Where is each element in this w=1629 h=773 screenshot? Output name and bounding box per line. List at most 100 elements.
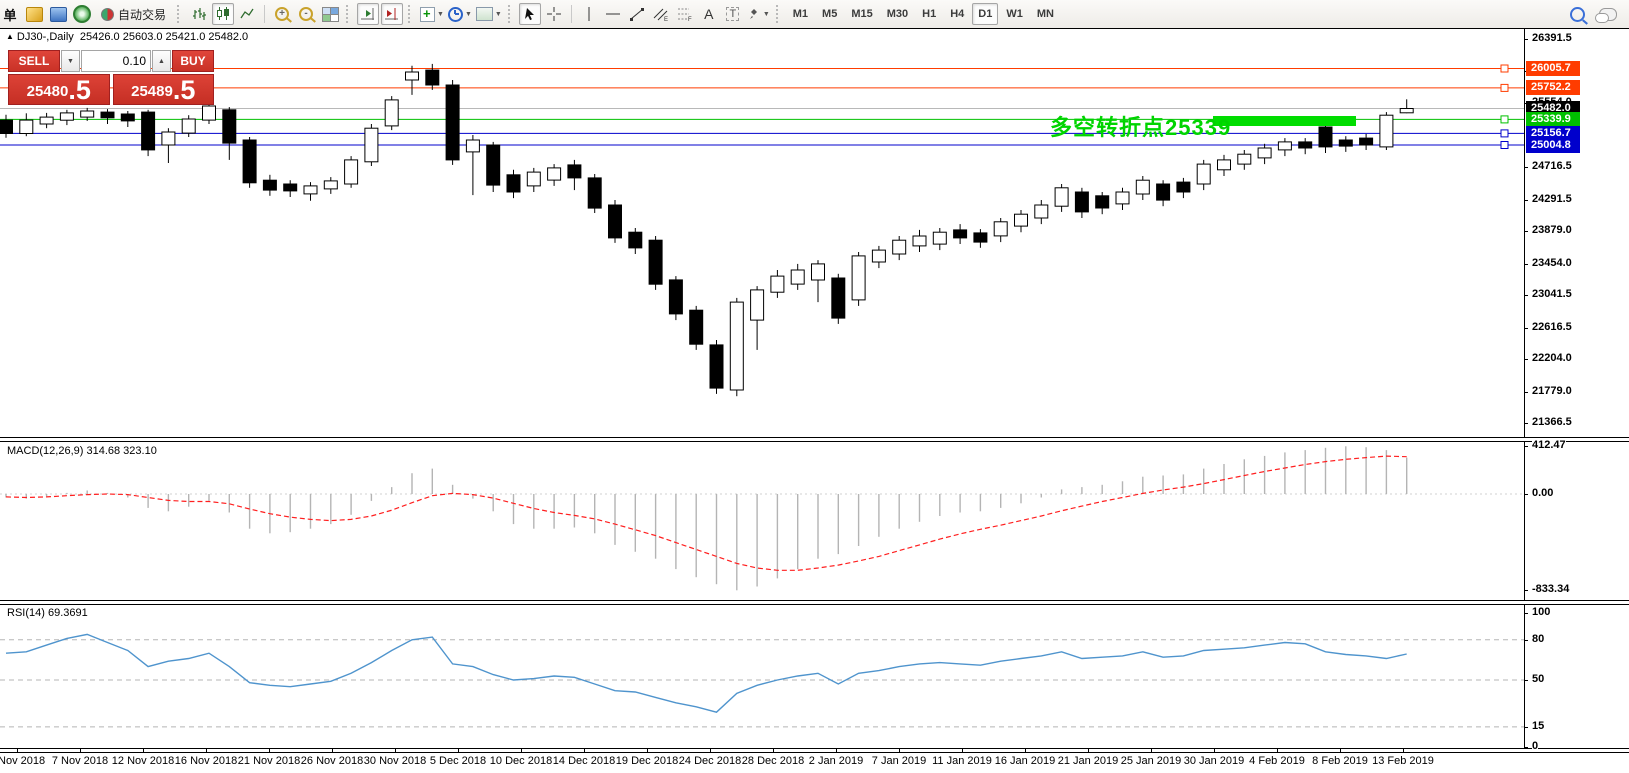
volume-increase-button[interactable]: ▲: [152, 50, 171, 72]
indicator-plus-icon: [420, 7, 435, 22]
sell-price-button[interactable]: 25480.5: [8, 74, 110, 105]
date-tick-mark: [773, 748, 774, 752]
signals-icon[interactable]: [71, 3, 93, 25]
volume-input[interactable]: [81, 50, 151, 72]
date-label: 13 Feb 2019: [1372, 755, 1434, 767]
buy-price-button[interactable]: 25489.5: [113, 74, 215, 105]
chat-icon[interactable]: [1599, 8, 1617, 21]
main-chart[interactable]: [0, 28, 1524, 438]
timeframe-H4[interactable]: H4: [944, 3, 970, 25]
templates-icon[interactable]: ▼: [475, 3, 503, 25]
axis-tick-label: 24716.5: [1532, 160, 1572, 172]
buy-button[interactable]: BUY: [172, 50, 214, 72]
new-order-button[interactable]: 单: [0, 3, 21, 25]
axis-tick-mark: [1524, 680, 1528, 681]
panel-splitter[interactable]: [0, 600, 1629, 605]
chart-shift-icon[interactable]: [381, 3, 403, 25]
panel-splitter[interactable]: [0, 437, 1629, 442]
date-label: 2 Jan 2019: [809, 755, 863, 767]
date-label: 7 Nov 2018: [52, 755, 108, 767]
date-axis[interactable]: 2 Nov 20187 Nov 201812 Nov 201816 Nov 20…: [0, 751, 1629, 773]
chart-top-frame: [0, 28, 1629, 29]
bar-chart-icon[interactable]: [188, 3, 210, 25]
equidistant-channel-tool-icon[interactable]: E: [650, 3, 672, 25]
date-label: 28 Dec 2018: [742, 755, 804, 767]
date-label: 16 Nov 2018: [175, 755, 237, 767]
toolbar-grip: [177, 5, 181, 23]
chart-annotation-text[interactable]: 多空转折点25339: [1050, 110, 1231, 142]
vertical-line-tool-icon[interactable]: [578, 3, 600, 25]
date-tick-mark: [584, 748, 585, 752]
market-watch-icon[interactable]: [23, 3, 45, 25]
date-label: 21 Jan 2019: [1058, 755, 1119, 767]
candlestick-chart-icon[interactable]: [212, 3, 234, 25]
symbol-period-label: DJ30-,Daily: [17, 31, 74, 43]
date-label: 14 Dec 2018: [553, 755, 615, 767]
axis-tick-label: 15: [1532, 720, 1544, 732]
axis-tick-mark: [1524, 392, 1528, 393]
date-label: 10 Dec 2018: [490, 755, 552, 767]
rsi-line: [6, 634, 1407, 712]
fibonacci-tool-icon[interactable]: F: [674, 3, 696, 25]
gold-panel-icon: [26, 7, 43, 22]
search-icon[interactable]: [1570, 7, 1585, 22]
timeframe-H1[interactable]: H1: [916, 3, 942, 25]
tile-windows-icon[interactable]: [319, 3, 341, 25]
arrows-tool-icon[interactable]: ▼: [746, 3, 771, 25]
text-tool-icon[interactable]: A: [698, 3, 720, 25]
date-tick-mark: [143, 748, 144, 752]
date-label: 11 Jan 2019: [932, 755, 992, 767]
timeframe-M1[interactable]: M1: [787, 3, 814, 25]
zoom-out-icon[interactable]: -: [295, 3, 317, 25]
date-label: 24 Dec 2018: [679, 755, 741, 767]
timeframe-MN[interactable]: MN: [1031, 3, 1060, 25]
date-tick-mark: [80, 748, 81, 752]
terminal-icon[interactable]: [47, 3, 69, 25]
indicators-icon[interactable]: ▼: [419, 3, 445, 25]
date-tick-mark: [1151, 748, 1152, 752]
text-label-tool-icon[interactable]: T: [722, 3, 744, 25]
date-tick-mark: [395, 748, 396, 752]
cursor-icon[interactable]: [519, 3, 541, 25]
zoom-in-icon[interactable]: +: [271, 3, 293, 25]
timeframe-M5[interactable]: M5: [816, 3, 843, 25]
date-tick-mark: [1340, 748, 1341, 752]
sell-button[interactable]: SELL: [8, 50, 60, 72]
autotrading-button[interactable]: 自动交易: [95, 3, 172, 25]
periods-icon[interactable]: ▼: [447, 3, 473, 25]
axis-tick-label: 22616.5: [1532, 321, 1572, 333]
price-badge: 26005.7: [1526, 61, 1580, 76]
axis-tick-mark: [1524, 747, 1528, 748]
axis-tick-label: 0.00: [1532, 487, 1553, 499]
clock-icon: [448, 7, 463, 22]
timeframe-D1[interactable]: D1: [972, 3, 998, 25]
date-tick-mark: [710, 748, 711, 752]
date-tick-mark: [1214, 748, 1215, 752]
axis-tick-mark: [1524, 446, 1528, 447]
axis-tick-mark: [1524, 359, 1528, 360]
price-axis[interactable]: 26391.525972.825554.024716.524291.523879…: [1524, 28, 1629, 773]
price-badge: 25339.9: [1526, 112, 1580, 127]
line-chart-icon[interactable]: [236, 3, 258, 25]
trendline-tool-icon[interactable]: [626, 3, 648, 25]
collapse-arrow-icon[interactable]: ▲: [6, 32, 14, 41]
timeframe-M30[interactable]: M30: [881, 3, 914, 25]
horizontal-line-tool-icon[interactable]: [602, 3, 624, 25]
axis-tick-label: -833.34: [1532, 583, 1569, 595]
rsi-panel[interactable]: [0, 604, 1524, 748]
toolbar-right: [1570, 7, 1617, 22]
date-tick-mark: [269, 748, 270, 752]
chevron-down-icon: ▼: [437, 11, 444, 18]
date-label: 19 Dec 2018: [616, 755, 678, 767]
crosshair-icon[interactable]: [543, 3, 565, 25]
auto-scroll-icon[interactable]: [357, 3, 379, 25]
axis-tick-mark: [1524, 295, 1528, 296]
buy-price-main: 25489: [131, 81, 173, 103]
template-chart-icon: [476, 7, 493, 21]
volume-decrease-button[interactable]: ▼: [61, 50, 80, 72]
macd-panel[interactable]: [0, 442, 1524, 600]
axis-tick-mark: [1524, 640, 1528, 641]
toolbar-grip: [508, 5, 512, 23]
timeframe-M15[interactable]: M15: [845, 3, 878, 25]
timeframe-W1[interactable]: W1: [1000, 3, 1029, 25]
